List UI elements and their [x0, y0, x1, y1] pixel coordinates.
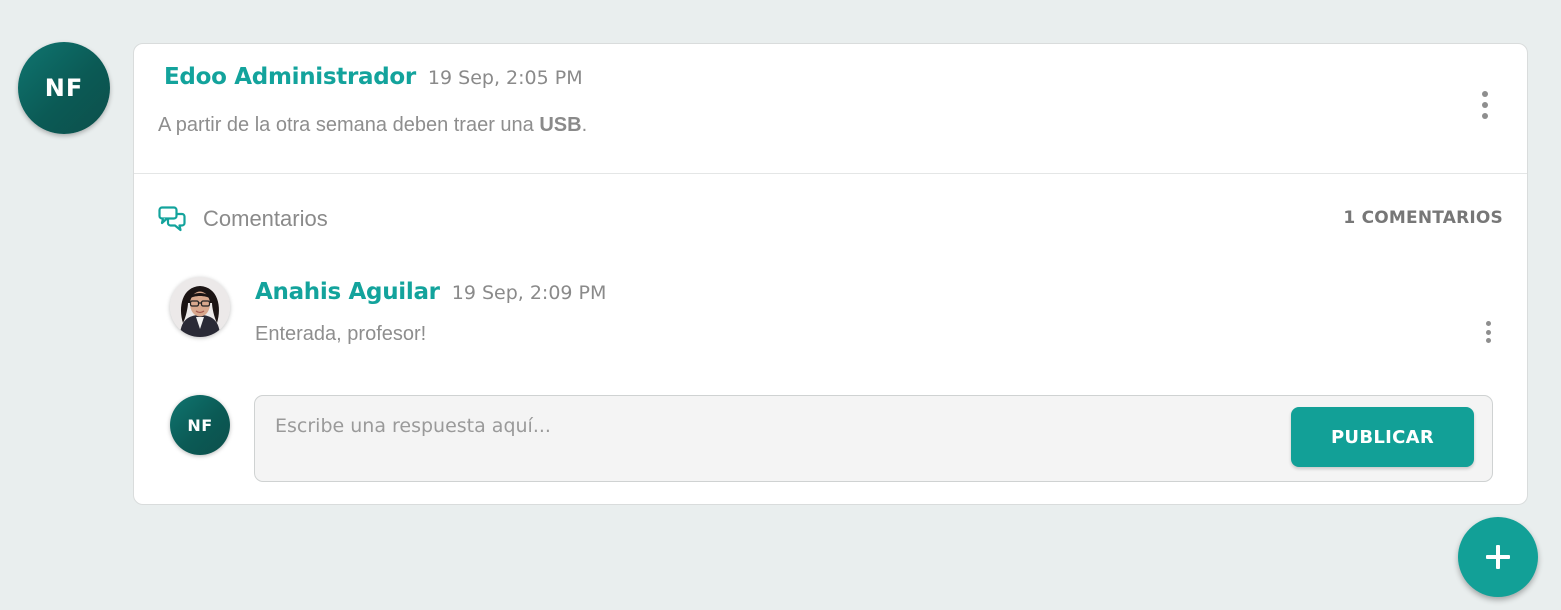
post-author-name[interactable]: Edoo Administrador	[164, 64, 416, 90]
reply-box: PUBLICAR	[254, 395, 1493, 482]
plus-icon	[1486, 545, 1510, 569]
reply-user-avatar[interactable]: NF	[170, 395, 230, 455]
post-body-end: .	[581, 114, 588, 136]
comments-header: Comentarios	[158, 206, 328, 232]
post-body-text: A partir de la otra semana deben traer u…	[158, 114, 540, 136]
user-photo-icon	[170, 277, 230, 337]
comment-author-name[interactable]: Anahis Aguilar	[255, 279, 440, 305]
reply-input[interactable]	[255, 396, 1275, 456]
comment-text: Enterada, profesor!	[255, 323, 427, 345]
post-card: Edoo Administrador 19 Sep, 2:05 PM A par…	[133, 43, 1528, 505]
divider	[134, 173, 1527, 174]
post-body: A partir de la otra semana deben traer u…	[158, 114, 587, 137]
comments-title: Comentarios	[203, 206, 328, 231]
post-timestamp: 19 Sep, 2:05 PM	[427, 67, 583, 89]
comment-timestamp: 19 Sep, 2:09 PM	[451, 282, 607, 304]
post-author-avatar[interactable]: NF	[18, 42, 110, 134]
chat-bubbles-icon	[158, 206, 186, 232]
post-body-bold: USB	[539, 114, 582, 136]
comment-options-icon[interactable]	[1478, 321, 1498, 343]
add-post-button[interactable]	[1458, 517, 1538, 597]
comment-header: Anahis Aguilar 19 Sep, 2:09 PM	[255, 279, 606, 305]
publish-button[interactable]: PUBLICAR	[1291, 407, 1474, 467]
post-header: Edoo Administrador 19 Sep, 2:05 PM	[164, 64, 583, 90]
post-options-icon[interactable]	[1475, 91, 1495, 119]
comment-author-avatar[interactable]	[170, 277, 230, 337]
comments-count[interactable]: 1 COMENTARIOS	[1343, 208, 1503, 228]
